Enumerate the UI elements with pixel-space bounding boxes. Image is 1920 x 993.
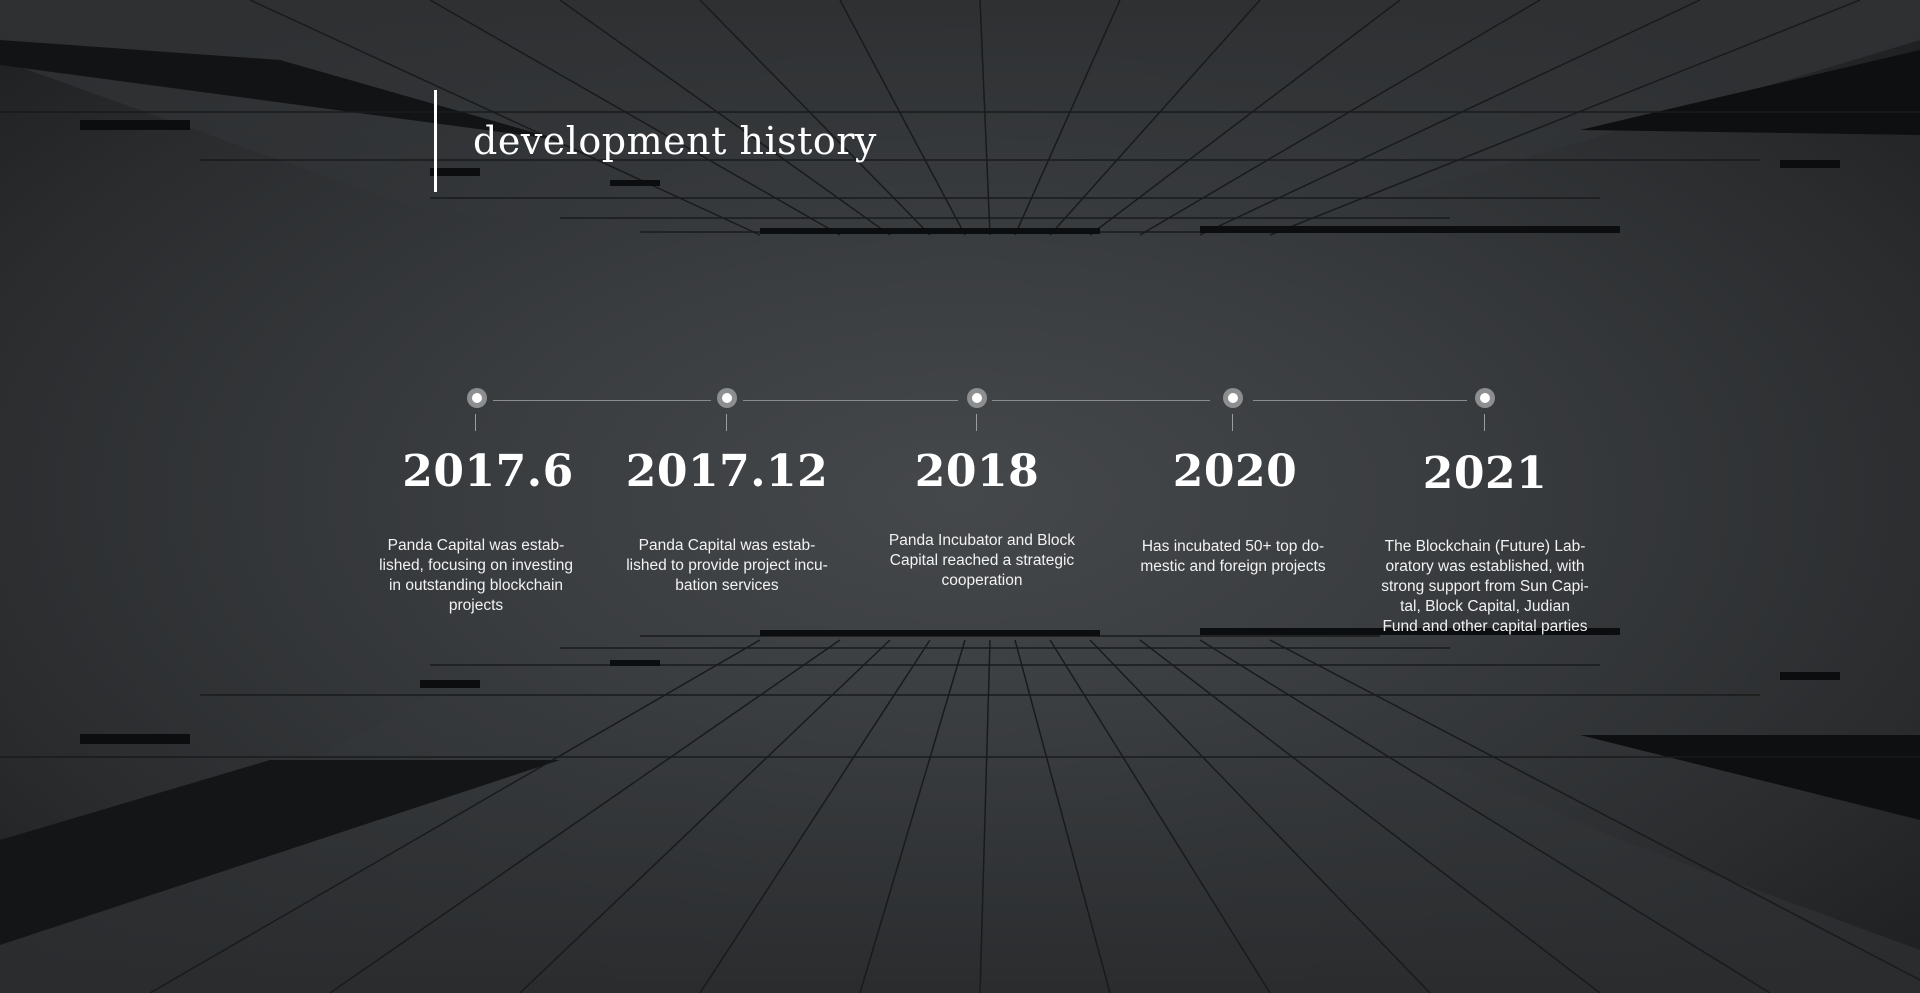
event-description: Panda Capital was estab- lished, focusin… [379,537,573,614]
timeline-dot-icon [717,388,737,408]
page-background: development history 2017.6 Panda Capital… [0,0,1920,993]
event-description: Has incubated 50+ top do- mestic and for… [1140,538,1326,575]
event-year: 2017.6 [402,446,574,497]
event-year: 2017.12 [625,446,829,497]
event-description: The Blockchain (Future) Lab- oratory was… [1381,538,1589,635]
timeline-tick [726,414,727,431]
timeline-dot-icon [467,388,487,408]
timeline-axis-segment [743,400,958,401]
timeline-tick [475,414,476,431]
timeline-axis-segment [1253,400,1467,401]
timeline-dot-icon [1475,388,1495,408]
timeline-tick [1484,414,1485,431]
event-year: 2020 [1172,446,1298,497]
event-year: 2021 [1422,448,1548,499]
timeline-tick [976,414,977,431]
timeline-dot-icon [1223,388,1243,408]
timeline-dot-icon [967,388,987,408]
timeline-axis-segment [992,400,1210,401]
event-year: 2018 [914,446,1040,497]
timeline-axis-segment [493,400,711,401]
timeline-tick [1232,414,1233,431]
event-description: Panda Capital was estab- lished to provi… [626,537,828,594]
event-description: Panda Incubator and Block Capital reache… [888,532,1076,589]
timeline: 2017.6 Panda Capital was estab- lished, … [0,0,1920,993]
